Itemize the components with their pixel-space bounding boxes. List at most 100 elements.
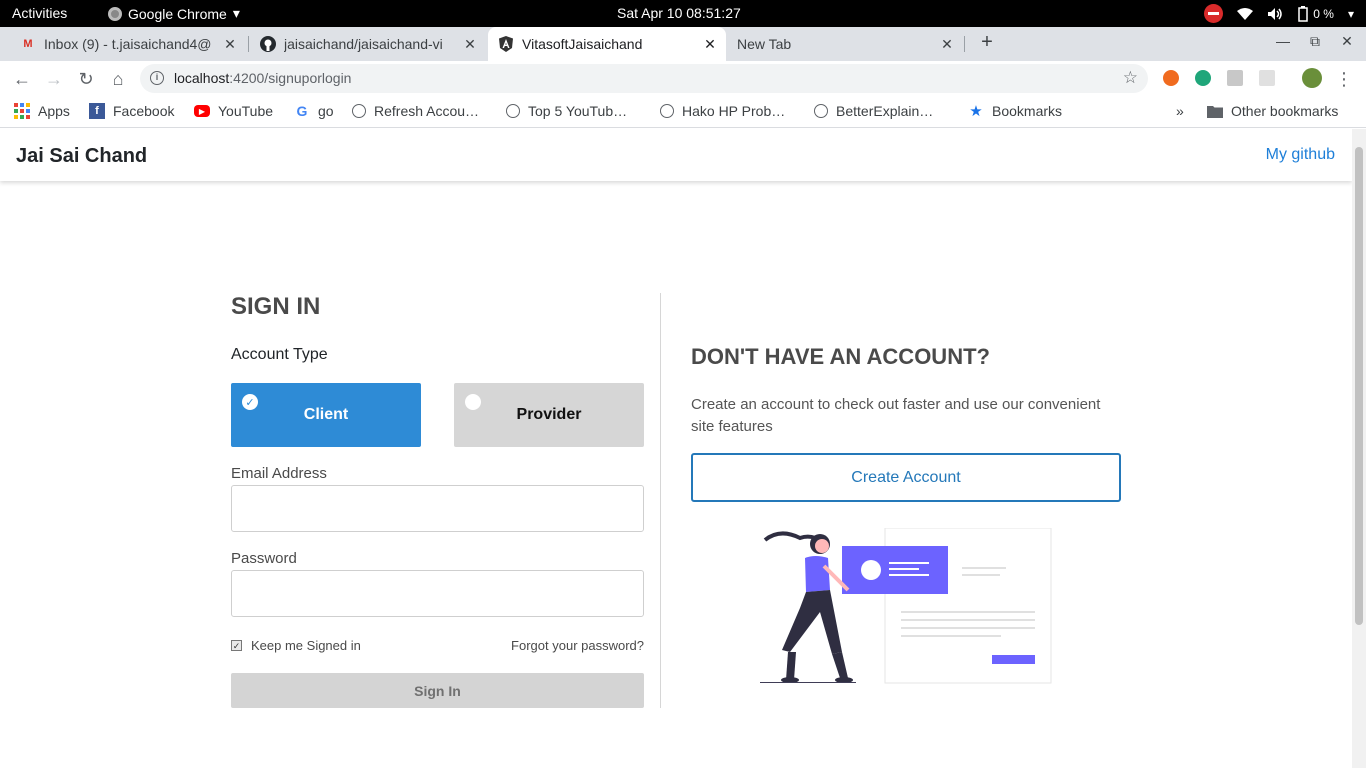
info-icon[interactable]: i: [150, 71, 164, 85]
apps-grid-icon: [14, 103, 30, 119]
tab-inbox[interactable]: M Inbox (9) - t.jaisaichand4@ ✕: [10, 27, 246, 61]
email-label: Email Address: [231, 465, 327, 482]
system-top-bar: Activities Google Chrome ▾ Sat Apr 10 08…: [0, 0, 1366, 27]
battery-level: 0 %: [1313, 6, 1334, 21]
keep-signed-in[interactable]: ✓ Keep me Signed in: [231, 638, 361, 653]
profile-avatar[interactable]: [1302, 68, 1322, 88]
close-icon[interactable]: ✕: [700, 36, 720, 53]
extension-gray-icon[interactable]: [1259, 70, 1275, 86]
system-tray[interactable]: 0 % ▾: [1204, 4, 1354, 23]
register-title: DON'T HAVE AN ACCOUNT?: [691, 344, 990, 369]
bookmark-label: Other bookmarks: [1231, 103, 1339, 119]
clock[interactable]: Sat Apr 10 08:51:27: [617, 5, 741, 21]
bookmark-bookmarks[interactable]: ★ Bookmarks: [968, 103, 1063, 120]
globe-icon: [660, 104, 674, 118]
chrome-icon: [108, 6, 122, 21]
github-link[interactable]: My github: [1266, 146, 1335, 164]
email-field[interactable]: [231, 485, 644, 532]
do-not-disturb-icon: [1204, 4, 1224, 23]
tab-divider: [964, 36, 965, 52]
forgot-password-link[interactable]: Forgot your password?: [511, 638, 644, 653]
tab-github[interactable]: jaisaichand/jaisaichand-vi ✕: [250, 27, 486, 61]
bookmark-label: Refresh Accou…: [374, 103, 480, 119]
bookmark-label: Bookmarks: [992, 103, 1063, 119]
globe-icon: [352, 104, 366, 118]
maximize-button[interactable]: ⧉: [1305, 33, 1325, 50]
volume-icon: [1268, 7, 1283, 20]
window-close-button[interactable]: ✕: [1337, 33, 1357, 50]
back-button[interactable]: ←: [11, 68, 33, 90]
battery-icon: [1298, 5, 1309, 22]
browser-toolbar: ← → ↻ ⌂ i localhost:4200/signuporlogin ☆…: [0, 61, 1366, 96]
menu-kebab-icon[interactable]: ⋮: [1333, 68, 1355, 90]
provider-label: Provider: [516, 406, 582, 423]
register-section: DON'T HAVE AN ACCOUNT? Create an account…: [691, 344, 1121, 502]
extension-green-off-icon[interactable]: [1195, 70, 1211, 86]
url-path: :4200/signuporlogin: [229, 70, 352, 86]
client-label: Client: [303, 406, 349, 423]
tab-strip: M Inbox (9) - t.jaisaichand4@ ✕ jaisaich…: [0, 27, 1366, 61]
url-text[interactable]: localhost:4200/signuporlogin: [174, 70, 351, 86]
facebook-icon: f: [89, 103, 105, 119]
url-host: localhost: [174, 70, 230, 86]
page-scrollbar[interactable]: [1352, 129, 1366, 768]
signin-section: SIGN IN Account Type ✓ Client Provider E…: [231, 293, 644, 708]
globe-icon: [506, 104, 520, 118]
signin-title: SIGN IN: [231, 293, 321, 320]
bookmark-betterexplain[interactable]: BetterExplain…: [814, 103, 933, 119]
google-icon: G: [296, 103, 308, 119]
minimize-button[interactable]: —: [1273, 33, 1293, 49]
keep-signed-in-checkbox[interactable]: ✓: [231, 640, 242, 651]
extension-orange-icon[interactable]: [1163, 70, 1179, 86]
app-menu[interactable]: Google Chrome ▾: [108, 5, 240, 22]
reload-button[interactable]: ↻: [75, 68, 97, 90]
extension-r-icon[interactable]: [1227, 70, 1243, 86]
bookmark-label: Facebook: [113, 103, 175, 119]
close-icon[interactable]: ✕: [220, 36, 240, 53]
sign-in-button[interactable]: Sign In: [231, 673, 644, 708]
app-name: Google Chrome: [128, 5, 227, 22]
wifi-icon: [1237, 7, 1254, 20]
bookmark-refresh-accou[interactable]: Refresh Accou…: [352, 103, 479, 119]
bookmark-label: Apps: [38, 103, 70, 119]
forward-button[interactable]: →: [43, 68, 65, 90]
folder-icon: [1207, 103, 1223, 119]
bookmark-label: YouTube: [218, 103, 274, 119]
page-content: Jai Sai Chand My github SIGN IN Account …: [0, 129, 1352, 768]
bookmark-label: go: [318, 103, 334, 119]
close-icon[interactable]: ✕: [460, 36, 480, 53]
site-brand[interactable]: Jai Sai Chand: [16, 145, 147, 168]
bookmarks-bar: Apps f Facebook ▶ YouTube G go Refresh A…: [0, 96, 1366, 128]
close-icon[interactable]: ✕: [937, 36, 957, 53]
password-field[interactable]: [231, 570, 644, 617]
tab-new[interactable]: New Tab ✕: [727, 27, 963, 61]
bookmark-youtube[interactable]: ▶ YouTube: [194, 103, 273, 119]
bookmark-go[interactable]: G go: [294, 103, 334, 119]
bookmarks-overflow-chevron-icon[interactable]: »: [1176, 103, 1184, 119]
bookmark-other-bookmarks[interactable]: Other bookmarks: [1207, 103, 1338, 119]
star-icon: ★: [969, 103, 983, 120]
password-label: Password: [231, 550, 297, 567]
bookmark-apps[interactable]: Apps: [14, 103, 70, 119]
scrollbar-thumb[interactable]: [1355, 147, 1363, 625]
account-type-provider-option[interactable]: Provider: [454, 383, 644, 447]
angular-icon: [498, 36, 514, 52]
radio-empty-icon: [465, 394, 481, 410]
tab-title: New Tab: [737, 36, 792, 52]
address-bar[interactable]: i localhost:4200/signuporlogin ☆: [140, 64, 1148, 93]
sign-up-illustration: [760, 528, 1052, 684]
new-tab-button[interactable]: +: [976, 31, 998, 53]
bookmark-facebook[interactable]: f Facebook: [89, 103, 174, 119]
bookmark-top-5-youtub[interactable]: Top 5 YouTub…: [506, 103, 627, 119]
tab-title: VitasoftJaisaichand: [522, 36, 643, 52]
account-type-label: Account Type: [231, 346, 328, 363]
home-button[interactable]: ⌂: [107, 68, 129, 90]
account-type-client-option[interactable]: ✓ Client: [231, 383, 421, 447]
activities-button[interactable]: Activities: [12, 5, 67, 21]
tab-vitasoft[interactable]: VitasoftJaisaichand ✕: [488, 27, 726, 61]
register-description: Create an account to check out faster an…: [691, 396, 1101, 435]
bookmark-star-icon[interactable]: ☆: [1123, 68, 1138, 88]
create-account-button[interactable]: Create Account: [691, 453, 1121, 502]
bookmark-hako-hp-prob[interactable]: Hako HP Prob…: [660, 103, 785, 119]
tab-divider: [248, 36, 249, 52]
